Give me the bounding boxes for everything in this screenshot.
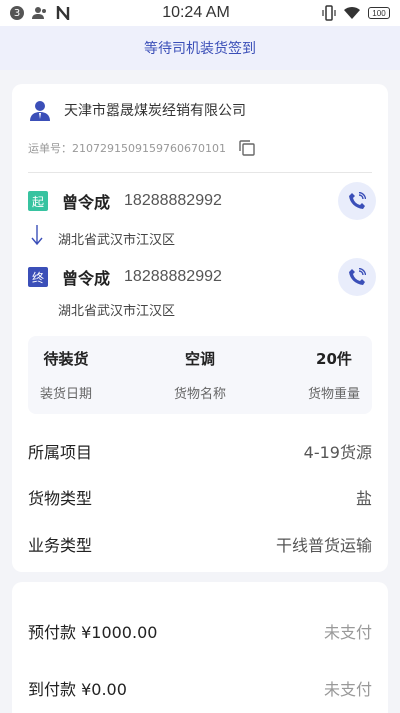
contacts-icon — [32, 7, 46, 19]
summary-value: 空调 — [184, 350, 215, 368]
waybill-row: 运单号： 2107291509159760670101 — [28, 139, 256, 157]
origin-contact-row: 起 曾令成 18288882992 — [28, 182, 376, 220]
phone-icon — [349, 268, 366, 285]
detail-value: 盐 — [355, 489, 372, 508]
call-destination-button[interactable] — [338, 258, 376, 296]
summary-label: 货物名称 — [173, 387, 226, 402]
detail-row-cargo-type: 货物类型 盐 — [28, 485, 372, 509]
status-time: 10:24 AM — [162, 4, 230, 21]
destination-phone: 18288882992 — [124, 268, 222, 285]
waybill-label: 运单号： — [28, 142, 72, 155]
order-card: 天津市嚣晟煤炭经销有限公司 运单号： 210729150915976067010… — [12, 84, 388, 572]
summary-label: 装货日期 — [40, 387, 93, 402]
origin-phone: 18288882992 — [124, 192, 222, 209]
phone-icon — [349, 192, 366, 209]
detail-value: 干线普货运输 — [275, 536, 372, 555]
status-banner: 等待司机装货签到 — [0, 26, 400, 70]
summary-value: 20件 — [316, 350, 352, 368]
detail-row-project: 所属项目 4-19货源 — [28, 439, 372, 463]
summary-cargo-name: 空调 货物名称 — [174, 336, 226, 414]
vibrate-icon — [322, 5, 336, 21]
summary-value: 待装货 — [43, 350, 89, 368]
arrow-down-icon — [31, 225, 43, 246]
detail-label: 业务类型 — [28, 536, 93, 555]
detail-value: 4-19货源 — [303, 443, 372, 462]
summary-cargo-weight: 20件 货物重量 — [308, 336, 360, 414]
payment-label: 到付款 ¥0.00 — [28, 680, 127, 699]
call-origin-button[interactable] — [338, 182, 376, 220]
origin-address: 湖北省武汉市江汉区 — [58, 233, 176, 248]
payment-status: 未支付 — [323, 680, 372, 699]
payment-card: 预付款 ¥1000.00 未支付 到付款 ¥0.00 未支付 — [12, 582, 388, 713]
payment-status: 未支付 — [323, 623, 372, 642]
wifi-icon — [343, 6, 360, 20]
waybill-number: 2107291509159760670101 — [72, 141, 226, 155]
payment-label: 预付款 ¥1000.00 — [28, 623, 158, 642]
summary-load-date: 待装货 装货日期 — [40, 336, 92, 414]
status-bar: 3 10:24 AM 100 — [0, 0, 400, 26]
payment-row-prepaid: 预付款 ¥1000.00 未支付 — [28, 619, 372, 643]
destination-tag: 终 — [28, 267, 48, 287]
destination-contact-row: 终 曾令成 18288882992 — [28, 258, 376, 296]
detail-label: 所属项目 — [28, 443, 93, 462]
destination-address: 湖北省武汉市江汉区 — [58, 304, 176, 319]
copy-icon[interactable] — [238, 139, 256, 157]
payment-row-cod: 到付款 ¥0.00 未支付 — [28, 676, 372, 700]
divider — [28, 172, 372, 173]
company-row: 天津市嚣晟煤炭经销有限公司 — [28, 98, 246, 122]
battery-icon: 100 — [367, 7, 390, 19]
summary-label: 货物重量 — [307, 387, 360, 402]
detail-label: 货物类型 — [28, 489, 93, 508]
origin-tag: 起 — [28, 191, 48, 211]
cargo-summary: 待装货 装货日期 空调 货物名称 20件 货物重量 — [28, 336, 372, 414]
destination-name: 曾令成 — [62, 269, 111, 288]
company-name: 天津市嚣晟煤炭经销有限公司 — [64, 103, 246, 119]
n-app-icon — [56, 6, 70, 20]
notification-count-icon: 3 — [10, 6, 24, 20]
detail-row-business-type: 业务类型 干线普货运输 — [28, 532, 372, 556]
origin-name: 曾令成 — [62, 193, 111, 212]
user-avatar-icon — [30, 101, 50, 121]
